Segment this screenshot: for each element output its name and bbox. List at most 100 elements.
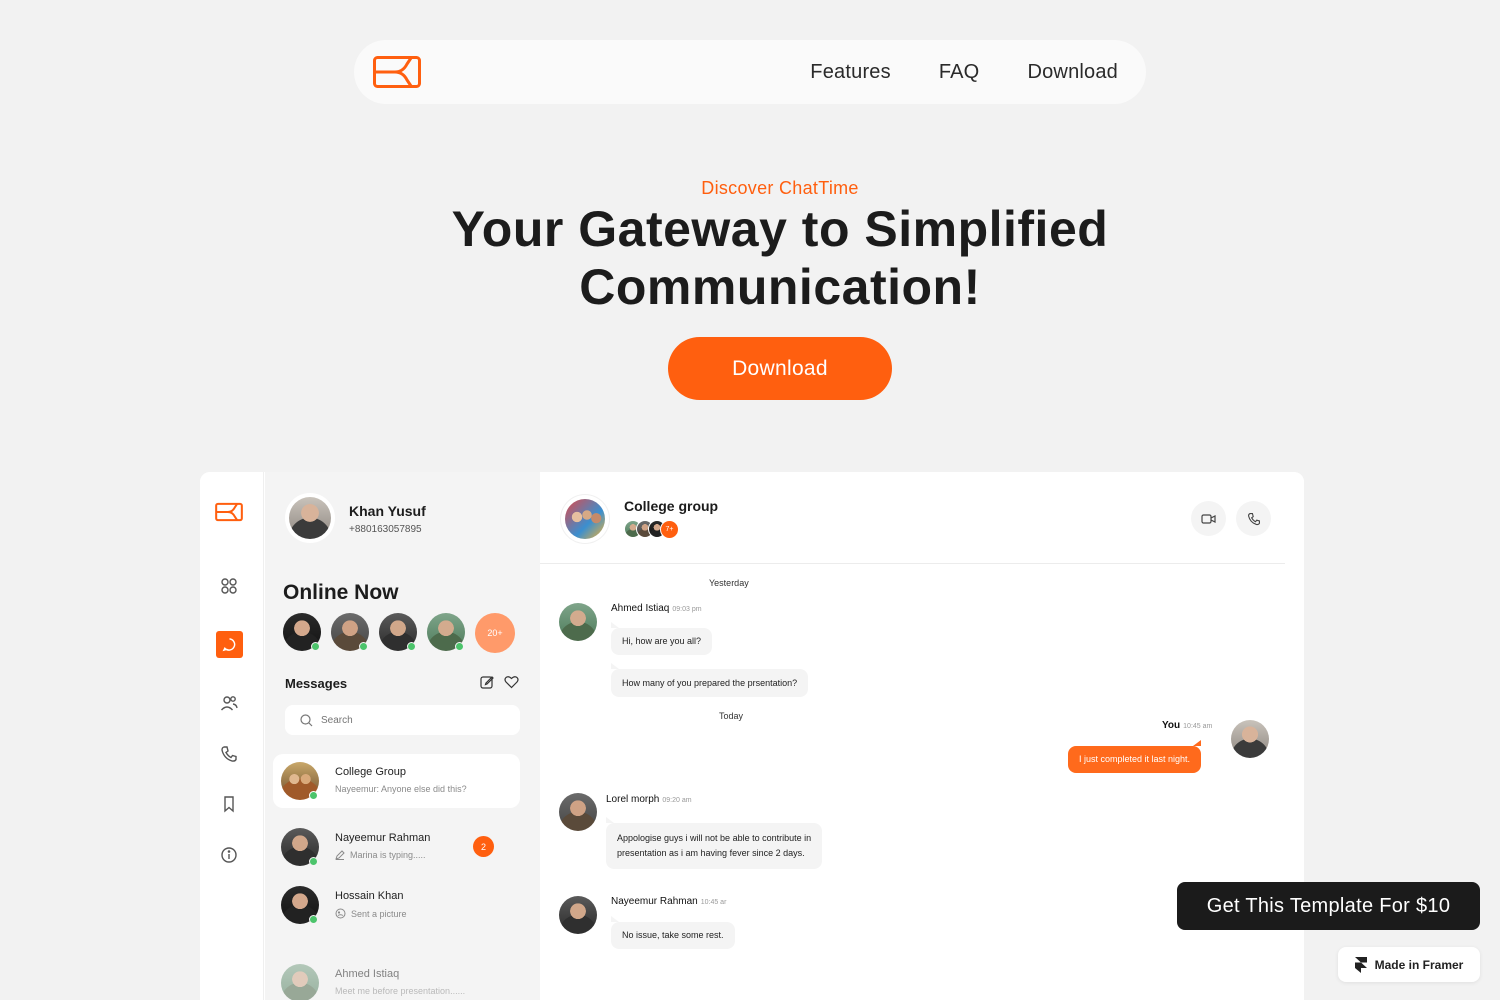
headline-line-2: Communication! [579, 259, 981, 315]
message-bubble: No issue, take some rest. [611, 916, 735, 949]
avatar [281, 886, 319, 924]
avatar [281, 762, 319, 800]
message-sender: You 10:45 am [1162, 720, 1213, 731]
phone-icon[interactable] [220, 745, 238, 763]
download-button[interactable]: Download [668, 337, 892, 400]
video-icon [1201, 513, 1216, 524]
conversation-item-college-group[interactable]: College Group Nayeemur: Anyone else did … [273, 754, 520, 808]
conversation-panel: Khan Yusuf +880163057895 Online Now 20+ … [265, 472, 540, 1000]
online-indicator [455, 642, 464, 651]
conversation-item-ahmed[interactable]: Ahmed Istiaq Meet me before presentation… [273, 956, 520, 1000]
edit-icon[interactable] [480, 675, 494, 689]
online-avatars: 20+ [283, 613, 515, 653]
unread-badge: 2 [473, 836, 494, 857]
group-avatar[interactable] [561, 495, 609, 543]
conversation-item-nayeemur[interactable]: Nayeemur Rahman Marina is typing..... 2 [273, 820, 520, 874]
search-box [285, 705, 520, 735]
get-template-button[interactable]: Get This Template For $10 [1177, 882, 1480, 930]
message-line: presentation as i am having fever since … [617, 848, 805, 858]
hero-eyebrow: Discover ChatTime [701, 178, 859, 198]
preview-text: Meet me before presentation...... [335, 986, 466, 996]
search-input[interactable] [321, 714, 501, 726]
chat-nav-button[interactable] [216, 631, 243, 658]
conversation-preview: Nayeemur: Anyone else did this? [335, 784, 467, 794]
avatar [281, 828, 319, 866]
logo-icon[interactable] [373, 56, 421, 88]
message-bubble: Appologise guys i will not be able to co… [606, 817, 823, 869]
message-time: 10:45 ar [700, 899, 727, 906]
conversation-preview: Meet me before presentation...... [335, 986, 465, 996]
avatar[interactable] [331, 613, 369, 651]
online-indicator [311, 642, 320, 651]
voice-call-button[interactable] [1236, 501, 1271, 536]
preview-text: Sent a picture [351, 908, 407, 919]
avatar[interactable] [1231, 720, 1269, 758]
online-indicator [359, 642, 368, 651]
preview-text: Marina is typing..... [350, 850, 426, 860]
profile-phone: +880163057895 [349, 524, 422, 535]
message-time: 10:45 am [1183, 723, 1213, 730]
avatar[interactable] [427, 613, 465, 651]
messages-title: Messages [285, 676, 348, 691]
avatar[interactable] [559, 896, 597, 934]
message-sender: Nayeemur Rahman 10:45 ar [611, 896, 727, 907]
avatar[interactable] [283, 613, 321, 651]
message-bubble: Hi, how are you all? [611, 622, 713, 655]
headline-line-1: Your Gateway to Simplified [451, 201, 1109, 257]
avatar[interactable] [559, 603, 597, 641]
online-indicator [309, 915, 318, 924]
nav-link-features[interactable]: Features [810, 61, 891, 84]
message-line: Appologise guys i will not be able to co… [617, 833, 812, 843]
app-preview: Khan Yusuf +880163057895 Online Now 20+ … [200, 472, 1304, 1000]
hero-headline: Your Gateway to Simplified Communication… [0, 200, 1500, 316]
group-members: 7+ [624, 520, 679, 539]
icon-rail [200, 472, 264, 1000]
nav-link-download[interactable]: Download [1027, 61, 1118, 84]
message-sender: Lorel morph 09:20 am [606, 794, 692, 805]
day-separator: Today [719, 711, 744, 721]
members-more-count: 7+ [660, 520, 679, 539]
message-bubble: How many of you prepared the prsentation… [611, 663, 809, 697]
nav-link-faq[interactable]: FAQ [939, 61, 980, 84]
conversation-item-hossain[interactable]: Hossain Khan Sent a picture [273, 878, 520, 932]
grid-icon[interactable] [220, 577, 238, 595]
profile-avatar[interactable] [285, 493, 335, 543]
profile-name: Khan Yusuf [349, 503, 426, 519]
chat-header: College group 7+ [540, 472, 1285, 564]
message-sender: Ahmed Istiaq 09:03 pm [611, 603, 702, 614]
conversation-preview: Sent a picture [335, 908, 407, 919]
video-call-button[interactable] [1191, 501, 1226, 536]
users-icon[interactable] [220, 694, 238, 712]
chat-icon [222, 638, 236, 652]
pencil-icon [335, 850, 345, 860]
online-indicator [309, 857, 318, 866]
day-separator: Yesterday [709, 578, 749, 588]
group-name: College group [624, 498, 719, 514]
avatar[interactable] [559, 793, 597, 831]
bookmark-icon[interactable] [220, 795, 238, 813]
message-time: 09:03 pm [672, 606, 702, 613]
online-more-count[interactable]: 20+ [475, 613, 515, 653]
image-icon [335, 908, 346, 919]
conversation-name: College Group [335, 766, 406, 778]
avatar [281, 964, 319, 1000]
messages-actions [480, 675, 519, 689]
conversation-name: Nayeemur Rahman [335, 832, 431, 844]
message-bubble: I just completed it last night. [1068, 740, 1202, 773]
nav-links: Features FAQ Download [810, 40, 1118, 104]
search-icon [300, 713, 313, 726]
framer-label: Made in Framer [1374, 957, 1464, 972]
framer-icon [1354, 956, 1367, 973]
heart-icon[interactable] [504, 675, 519, 689]
conversation-name: Ahmed Istiaq [335, 968, 400, 980]
phone-icon [1247, 512, 1260, 525]
logo-icon[interactable] [215, 502, 243, 522]
info-icon[interactable] [220, 846, 238, 864]
top-nav: Features FAQ Download [354, 40, 1146, 104]
message-time: 09:20 am [662, 797, 692, 804]
preview-text: Nayeemur: Anyone else did this? [335, 784, 467, 794]
conversation-name: Hossain Khan [335, 890, 404, 902]
made-in-framer-badge[interactable]: Made in Framer [1338, 947, 1480, 982]
avatar[interactable] [379, 613, 417, 651]
online-indicator [407, 642, 416, 651]
